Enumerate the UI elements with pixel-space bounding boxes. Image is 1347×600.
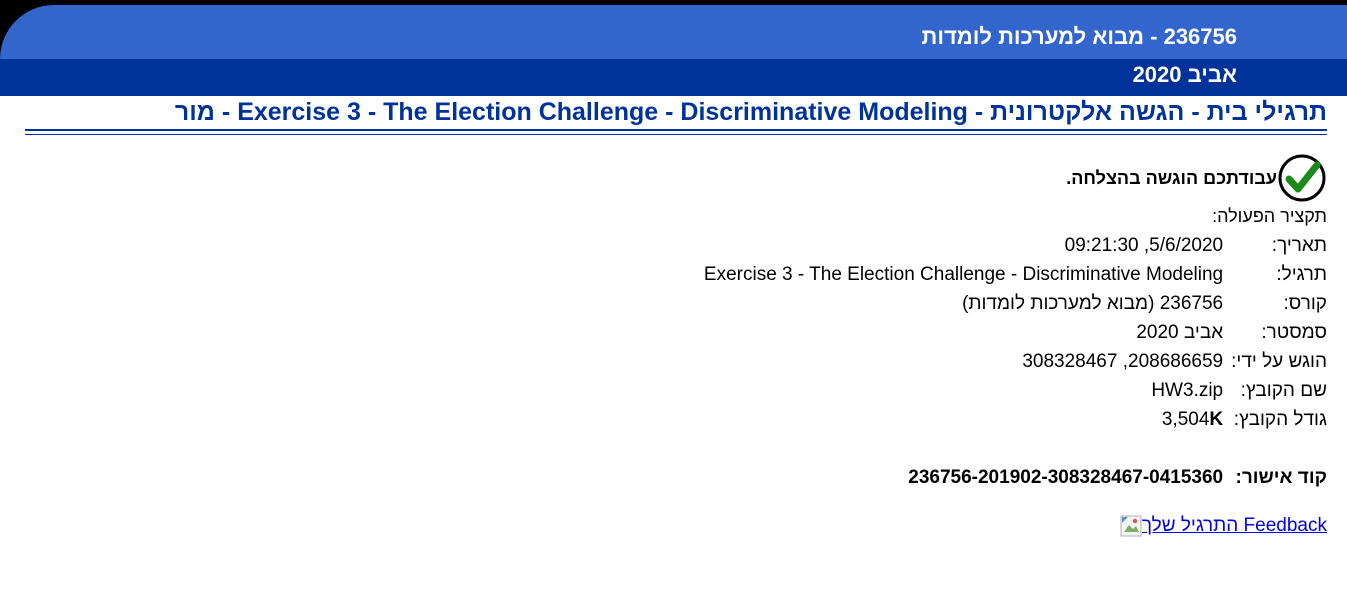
filename-label: שם הקובץ:: [1240, 379, 1327, 401]
title-underline-thin: [25, 134, 1327, 135]
filesize-amount: 3,504K: [1162, 409, 1223, 430]
header-course-bar: 236756 - מבוא למערכות לומדות: [0, 5, 1347, 59]
detail-row-submitted-by: הוגש על ידי: 208686659, 308328467: [704, 347, 1327, 376]
title-underline: [25, 129, 1327, 131]
filename-value: HW3.zip: [1151, 379, 1224, 401]
filesize-value: 3,504K: [704, 405, 1223, 434]
spacer-cell: [704, 434, 1223, 463]
summary-label: תקציר הפעולה:: [1212, 206, 1327, 226]
semester-label: סמסטר:: [1261, 321, 1327, 343]
submitted-by-value: 208686659, 308328467: [1022, 350, 1224, 372]
course-value: 236756 (מבוא למערכות לומדות): [962, 292, 1224, 314]
course-label: קורס:: [1283, 292, 1327, 314]
detail-row-exercise: תרגיל: Exercise 3 - The Election Challen…: [704, 260, 1327, 289]
spacer-cell: [1223, 434, 1327, 463]
filesize-unit: K: [1209, 408, 1224, 430]
detail-row-semester: סמסטר: אביב 2020: [704, 318, 1327, 347]
broken-image-icon: [1120, 515, 1142, 537]
feedback-link-text[interactable]: Feedback התרגיל שלך: [1142, 515, 1327, 537]
approval-label: קוד אישור:: [1235, 466, 1328, 488]
exercise-value: Exercise 3 - The Election Challenge - Di…: [703, 263, 1224, 285]
page-title: תרגילי בית - הגשה אלקטרונית - Exercise 3…: [174, 98, 1327, 126]
detail-spacer: [704, 434, 1327, 463]
date-label: תאריך:: [1271, 234, 1327, 256]
detail-row-course: קורס: 236756 (מבוא למערכות לומדות): [704, 289, 1327, 318]
checkmark-circle-icon: [1278, 154, 1326, 202]
semester-title: אביב 2020: [1132, 62, 1237, 87]
feedback-link[interactable]: Feedback התרגיל שלך: [1118, 515, 1327, 537]
exercise-label: תרגיל:: [1276, 263, 1327, 285]
detail-row-date: תאריך: 5/6/2020, 09:21:30: [704, 231, 1327, 260]
success-message-row: עבודתכם הוגשה בהצלחה.: [1066, 153, 1327, 203]
approval-code: 236756-201902-308328467-0415360: [908, 466, 1224, 488]
filesize-number: 3,504: [1161, 408, 1210, 430]
course-title: 236756 - מבוא למערכות לומדות: [921, 24, 1237, 49]
filesize-label: גודל הקובץ:: [1233, 408, 1327, 430]
detail-row-approval: קוד אישור: 236756-201902-308328467-04153…: [704, 463, 1327, 492]
date-value: 5/6/2020, 09:21:30: [1064, 234, 1224, 256]
detail-row-filesize: גודל הקובץ: 3,504K: [704, 405, 1327, 434]
submitted-by-label: הוגש על ידי:: [1231, 350, 1327, 372]
detail-row-filename: שם הקובץ: HW3.zip: [704, 376, 1327, 405]
semester-value: אביב 2020: [1136, 321, 1224, 343]
success-message: עבודתכם הוגשה בהצלחה.: [1066, 167, 1277, 188]
submission-details-table: תאריך: 5/6/2020, 09:21:30 תרגיל: Exercis…: [704, 231, 1327, 492]
